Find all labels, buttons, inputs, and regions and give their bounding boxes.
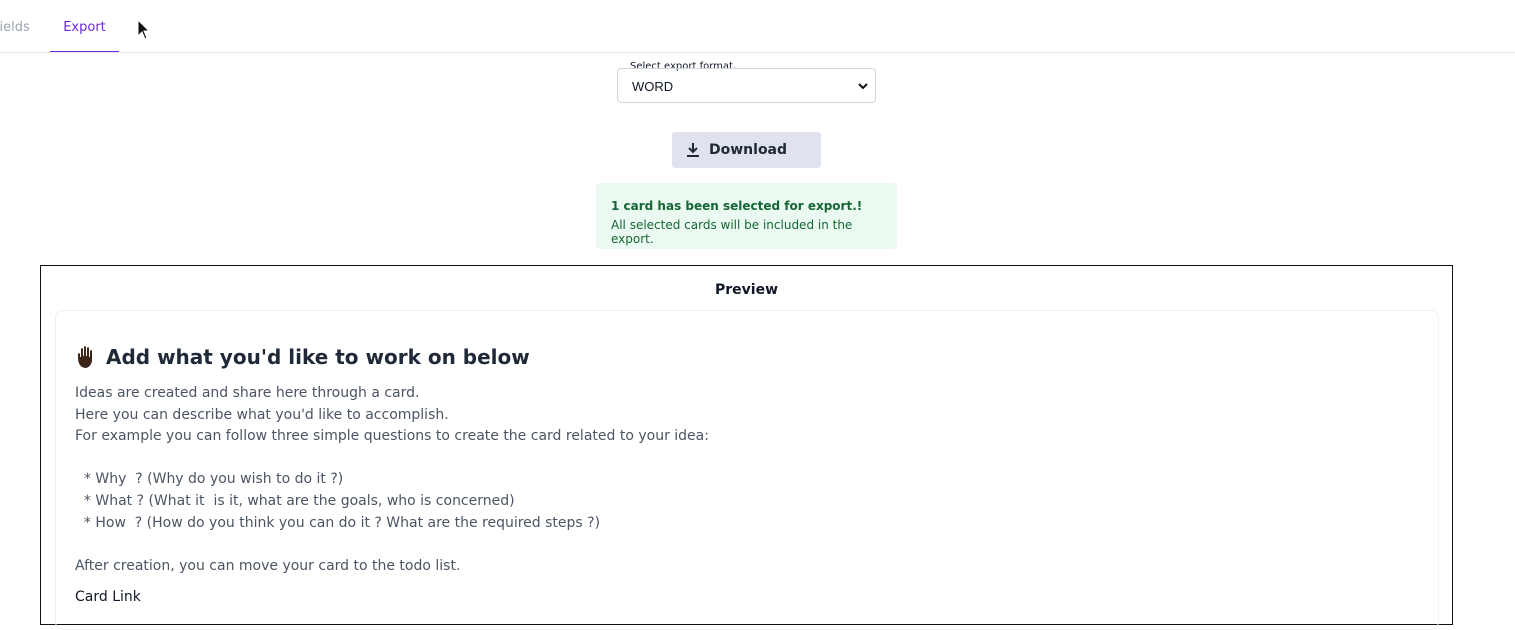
tab-fields-label: Fields <box>0 20 30 35</box>
card-title-text: Add what you'd like to work on below <box>106 345 530 369</box>
export-format-value: WORD <box>632 79 674 94</box>
download-button[interactable]: Download <box>672 132 821 168</box>
export-format-select[interactable]: WORD <box>617 68 876 103</box>
alert-title: 1 card has been selected for export.! <box>611 199 863 213</box>
chevron-down-icon <box>858 83 868 90</box>
tab-export-label: Export <box>63 20 106 35</box>
card-link[interactable]: Card Link <box>75 589 141 605</box>
tab-fields[interactable]: Fields <box>0 0 30 52</box>
preview-heading: Preview <box>714 282 778 298</box>
download-label: Download <box>709 142 788 158</box>
preview-panel: Preview Add what you'd like to work on b… <box>40 265 1453 630</box>
card-title: Add what you'd like to work on below <box>76 345 530 369</box>
alert-text: All selected cards will be included in t… <box>611 218 853 246</box>
export-success-alert: 1 card has been selected for export.! Al… <box>596 183 897 249</box>
tab-bar: Fields Export <box>0 0 1515 53</box>
card-description: Ideas are created and share here through… <box>75 385 709 574</box>
tab-export[interactable]: Export <box>50 0 119 52</box>
mouse-cursor-icon <box>137 19 151 40</box>
download-icon <box>687 143 699 157</box>
preview-card: Add what you'd like to work on below Ide… <box>55 310 1439 630</box>
raised-hand-icon <box>78 346 92 368</box>
